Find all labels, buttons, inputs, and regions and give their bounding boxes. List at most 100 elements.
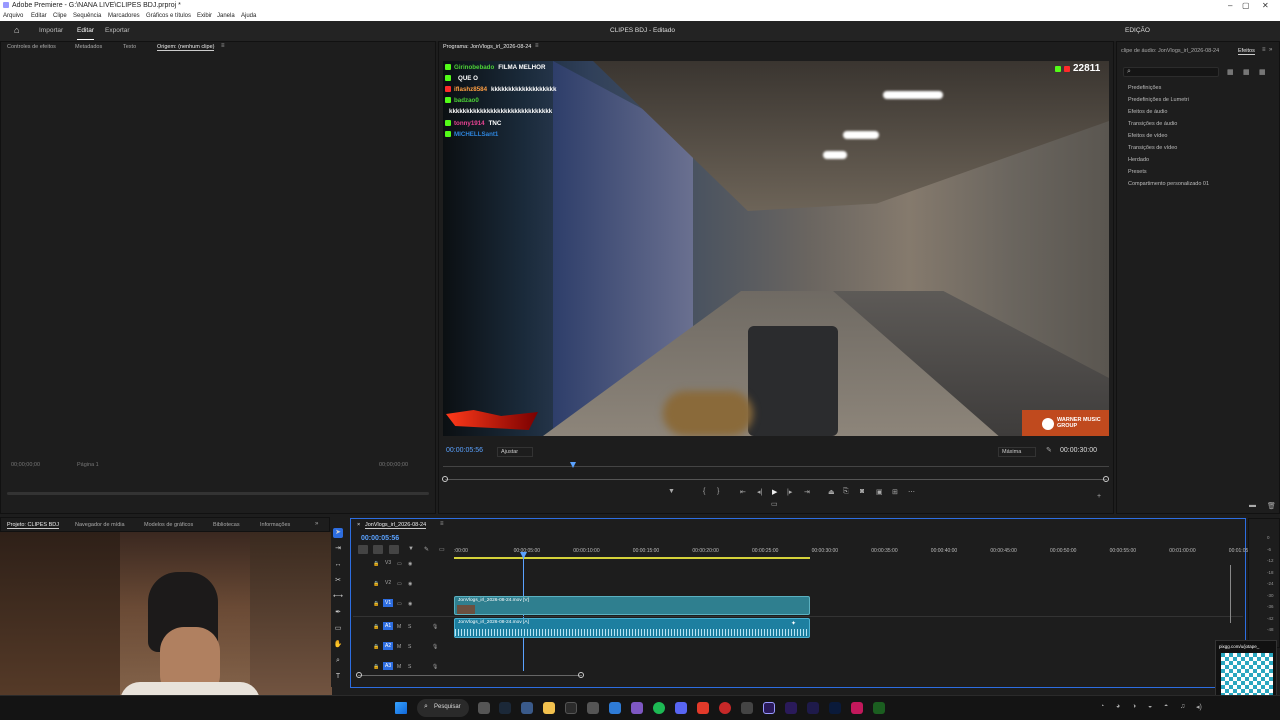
track-label[interactable]: V1: [383, 599, 393, 607]
hand-tool-icon[interactable]: ✋: [333, 640, 343, 650]
menu-clipe[interactable]: Clipe: [53, 11, 67, 21]
track-select-icon[interactable]: ⇥: [333, 544, 343, 554]
quality-select[interactable]: Máxima: [998, 447, 1037, 457]
headset-icon[interactable]: ♫: [1180, 703, 1185, 710]
sync-lock-icon[interactable]: ▭: [397, 561, 402, 567]
tray-icon[interactable]: ◕: [1116, 703, 1120, 710]
tab-effect-controls[interactable]: Controles de efeitos: [7, 44, 56, 50]
tab-importar[interactable]: Importar: [39, 21, 63, 41]
work-area-bar[interactable]: [454, 557, 810, 559]
close-icon[interactable]: ✕: [1262, 0, 1269, 11]
app-diamond-icon[interactable]: [521, 702, 533, 714]
track-lock-icon[interactable]: 🔒: [373, 561, 379, 567]
add-marker-icon[interactable]: ▼: [408, 546, 414, 552]
multicam-icon[interactable]: ▭: [771, 500, 778, 508]
button-editor-icon[interactable]: ⋯: [908, 488, 915, 496]
source-page-select[interactable]: Página 1: [77, 462, 99, 468]
effects-search-input[interactable]: ⌕: [1123, 67, 1219, 77]
track-lock-icon[interactable]: 🔒: [373, 664, 379, 670]
tray-icon[interactable]: ◑: [1132, 703, 1136, 710]
add-button-icon[interactable]: +: [1097, 493, 1101, 500]
yuv-effects-icon[interactable]: ▦: [1259, 68, 1266, 76]
task-view-icon[interactable]: [478, 702, 490, 714]
tab-info[interactable]: Informações: [260, 522, 290, 528]
eye-icon[interactable]: ◉: [408, 581, 412, 587]
sequence-close-icon[interactable]: ×: [357, 522, 360, 528]
premiere-pro-icon[interactable]: [763, 702, 775, 714]
zoom-tool-icon[interactable]: ⌕: [333, 656, 343, 666]
app-green-icon[interactable]: [873, 702, 885, 714]
track-label[interactable]: V2: [383, 579, 393, 587]
photoshop-icon[interactable]: [829, 702, 841, 714]
captions-icon[interactable]: ▭: [439, 546, 445, 553]
spotify-icon[interactable]: [653, 702, 665, 714]
compare-icon[interactable]: ▣: [876, 488, 883, 496]
mute-icon[interactable]: M: [397, 644, 401, 650]
insert-nest-icon[interactable]: [358, 545, 368, 554]
settings-wrench-icon[interactable]: ✎: [1046, 446, 1052, 454]
steam-icon[interactable]: [499, 702, 511, 714]
controller-icon[interactable]: [631, 702, 643, 714]
expand-icon[interactable]: »: [1269, 47, 1272, 53]
solo-icon[interactable]: S: [408, 624, 411, 630]
tab-effects[interactable]: Efeitos: [1238, 48, 1255, 55]
mute-icon[interactable]: M: [397, 664, 401, 670]
rectangle-tool-icon[interactable]: ▭: [333, 624, 343, 634]
tab-metadata[interactable]: Metadados: [75, 44, 102, 50]
video-clip[interactable]: JonVlogs_irl_2026-08-24.mov [V]: [454, 596, 810, 615]
panel-menu-icon[interactable]: ≡: [221, 43, 225, 49]
tab-program[interactable]: Programa: JonVlogs_irl_2026-08-24: [443, 44, 531, 50]
menu-graficos[interactable]: Gráficos e títulos: [146, 11, 191, 21]
pen-tool-icon[interactable]: ✒: [333, 608, 343, 618]
track-lock-icon[interactable]: 🔒: [373, 601, 379, 607]
zoom-handle-left[interactable]: [442, 476, 448, 482]
tab-graphics-templates[interactable]: Modelos de gráficos: [144, 522, 193, 528]
fit-select[interactable]: Ajustar: [497, 447, 534, 457]
mic-icon[interactable]: 🎙: [432, 624, 438, 630]
track-lock-icon[interactable]: 🔒: [373, 581, 379, 587]
eye-icon[interactable]: ◉: [408, 601, 412, 607]
safe-margins-icon[interactable]: ⊞: [892, 488, 898, 496]
effects-item-legacy[interactable]: Herdado: [1128, 157, 1149, 163]
tray-icon[interactable]: ◔: [1100, 703, 1104, 710]
app-folder-icon[interactable]: [609, 702, 621, 714]
track-label[interactable]: A1: [383, 622, 393, 630]
timeline-settings-icon[interactable]: ✎: [424, 546, 429, 553]
32bit-effects-icon[interactable]: ▦: [1243, 68, 1250, 76]
brave-icon[interactable]: [697, 702, 709, 714]
workspace-label[interactable]: EDIÇÃO: [1125, 21, 1150, 41]
program-zoom-bar[interactable]: [445, 479, 1107, 480]
effects-item-audio-effects[interactable]: Efeitos de áudio: [1128, 109, 1167, 115]
opera-icon[interactable]: [719, 702, 731, 714]
timeline-timecode[interactable]: 00:00:05:56: [361, 535, 399, 542]
type-tool-icon[interactable]: T: [333, 672, 343, 682]
tab-editar[interactable]: Editar: [77, 21, 94, 40]
tab-source[interactable]: Origem: (nenhum clipe): [157, 44, 215, 51]
minimize-icon[interactable]: –: [1228, 0, 1232, 11]
effects-item-video-transitions[interactable]: Transições de vídeo: [1128, 145, 1177, 151]
menu-ajuda[interactable]: Ajuda: [241, 11, 256, 21]
accelerated-effects-icon[interactable]: ▦: [1227, 68, 1234, 76]
slip-tool-icon[interactable]: ⟷: [333, 592, 343, 602]
sequence-menu-icon[interactable]: ≡: [440, 521, 444, 527]
export-frame-icon[interactable]: ◙: [860, 488, 864, 495]
file-explorer-icon[interactable]: [543, 702, 555, 714]
menu-editar[interactable]: Editar: [31, 11, 47, 21]
program-video-frame[interactable]: [443, 61, 1109, 436]
razor-tool-icon[interactable]: ✂: [333, 576, 343, 586]
eye-icon[interactable]: ◉: [408, 561, 412, 567]
after-effects-icon[interactable]: [807, 702, 819, 714]
menu-marcadores[interactable]: Marcadores: [108, 11, 140, 21]
app-icon[interactable]: [565, 702, 577, 714]
source-scrub-bar[interactable]: [7, 492, 429, 495]
program-timecode[interactable]: 00:00:05:56: [446, 447, 483, 454]
step-forward-icon[interactable]: |▸: [787, 488, 792, 496]
solo-icon[interactable]: S: [408, 664, 411, 670]
delete-icon[interactable]: 🗑: [1267, 502, 1276, 510]
go-to-out-icon[interactable]: ⇥: [804, 488, 810, 496]
tray-icon[interactable]: ◓: [1164, 703, 1168, 710]
tab-exportar[interactable]: Exportar: [105, 21, 130, 41]
extract-icon[interactable]: ⎘: [843, 488, 849, 496]
sync-lock-icon[interactable]: ▭: [397, 581, 402, 587]
tab-project[interactable]: Projeto: CLIPES BDJ: [7, 522, 59, 529]
